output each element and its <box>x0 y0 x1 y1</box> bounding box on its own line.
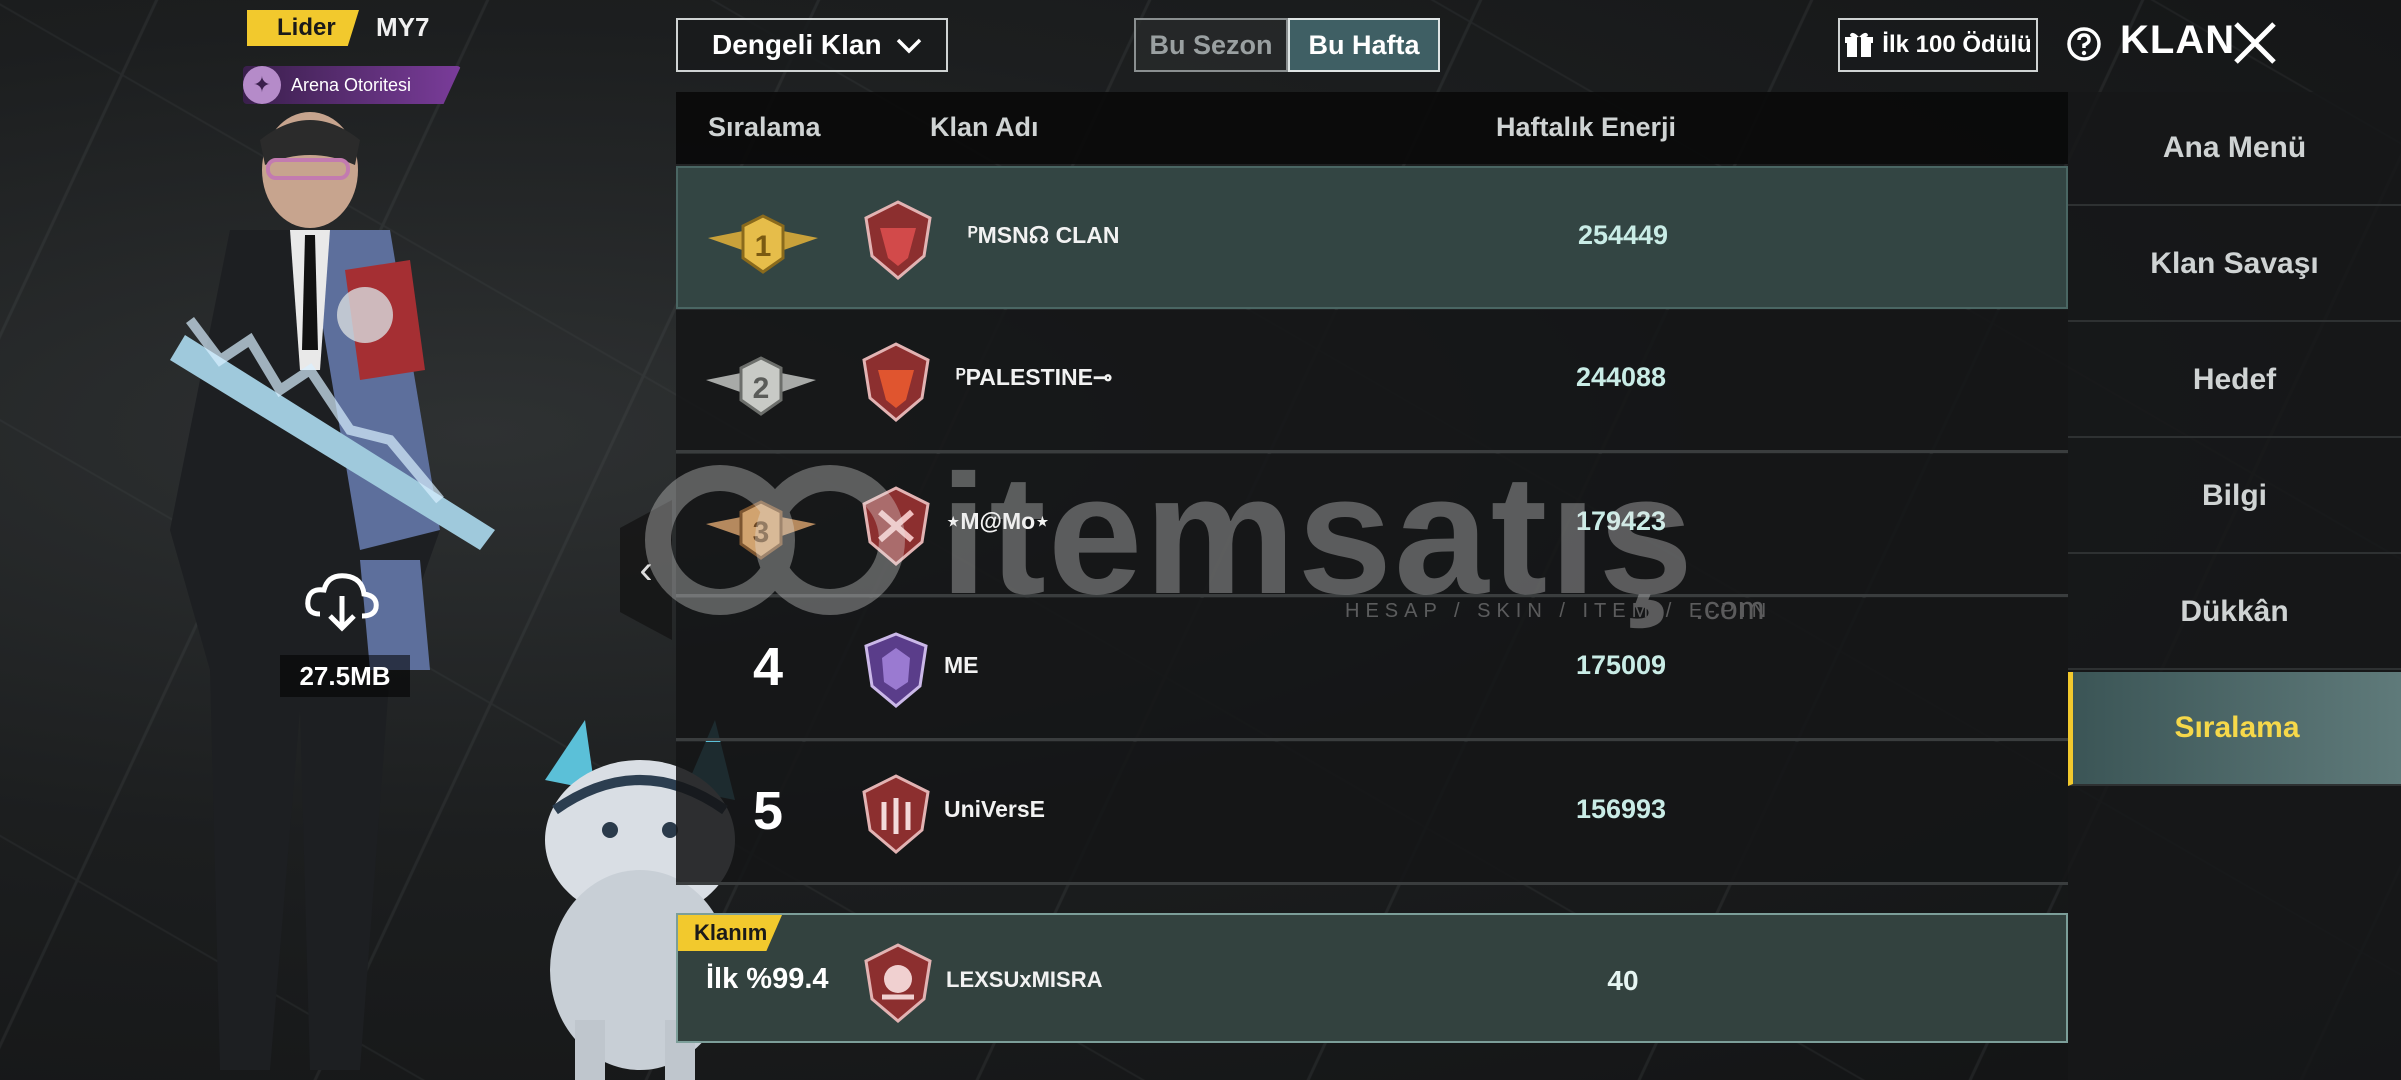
weekly-energy: 179423 <box>1575 506 1667 536</box>
clan-logo <box>864 200 932 280</box>
download-cloud-icon[interactable] <box>302 566 382 636</box>
clan-name: ⋆M@Mo⋆ <box>946 508 1050 534</box>
help-icon[interactable] <box>2066 26 2102 62</box>
table-row[interactable]: 2 ᴾPALESTINE⊸ 244088 <box>676 310 2068 453</box>
my-clan-name: LEXSUxMISRA <box>946 967 1103 992</box>
download-size: 27.5MB <box>280 655 410 697</box>
silver-medal-icon: 2 <box>706 356 816 416</box>
table-row[interactable]: 1 ᴾMSN☊ CLAN 254449 <box>676 166 2068 309</box>
my-clan-row[interactable]: Klanım İlk %99.4 LEXSUxMISRA 40 <box>676 913 2068 1043</box>
clan-logo <box>862 486 930 566</box>
medal-rank-number: 3 <box>753 516 770 549</box>
weekly-energy: 254449 <box>1577 220 1669 250</box>
header-weekly-energy: Haftalık Enerji <box>1496 112 1677 142</box>
player-name[interactable]: MY7 <box>376 12 429 43</box>
clan-logo <box>864 632 928 708</box>
tab-this-week[interactable]: Bu Hafta <box>1288 18 1440 72</box>
table-row[interactable]: 5 UniVersE 156993 <box>676 742 2068 885</box>
table-row[interactable]: 4 ME 175009 <box>676 598 2068 741</box>
gift-icon <box>1845 32 1874 57</box>
clan-logo <box>862 774 930 854</box>
player-title: Arena Otoritesi <box>291 74 412 95</box>
medal-rank-number: 1 <box>755 230 772 263</box>
chevron-left-icon: ‹ <box>639 547 653 592</box>
menu-item-ranking[interactable]: Sıralama <box>2068 672 2401 786</box>
clan-type-dropdown[interactable]: Dengeli Klan <box>676 18 948 72</box>
title-emblem-icon: ✦ <box>243 66 281 104</box>
clan-logo <box>864 943 932 1023</box>
my-clan-rank: İlk %99.4 <box>706 963 829 995</box>
tab-this-season[interactable]: Bu Sezon <box>1134 18 1288 72</box>
clan-name: UniVersE <box>944 796 1045 822</box>
clan-name: ᴾPALESTINE⊸ <box>956 364 1113 390</box>
top-100-reward-button[interactable]: İlk 100 Ödülü <box>1838 18 2038 72</box>
header-rank: Sıralama <box>708 112 821 142</box>
screen-title: KLAN <box>2120 18 2236 62</box>
table-header: Sıralama Klan Adı Haftalık Enerji <box>676 92 2068 164</box>
medal-rank-number: 2 <box>753 372 770 405</box>
weekly-energy: 156993 <box>1575 794 1667 824</box>
menu-item-info[interactable]: Bilgi <box>2068 440 2401 554</box>
clan-logo <box>862 342 930 422</box>
menu-item-main-menu[interactable]: Ana Menü <box>2068 92 2401 206</box>
reward-button-label: İlk 100 Ödülü <box>1882 31 2032 58</box>
my-clan-tag: Klanım <box>678 915 782 951</box>
clan-name: ᴾMSN☊ CLAN <box>968 222 1120 248</box>
rank-number: 5 <box>752 781 784 841</box>
weekly-energy: 175009 <box>1575 650 1667 680</box>
menu-item-shop[interactable]: Dükkân <box>2068 556 2401 670</box>
bronze-medal-icon: 3 <box>706 500 816 560</box>
side-menu: Ana Menü Klan Savaşı Hedef Bilgi Dükkân … <box>2068 92 2401 1080</box>
clan-name: ME <box>944 652 979 678</box>
chevron-down-icon <box>896 38 922 54</box>
dropdown-value: Dengeli Klan <box>712 29 882 60</box>
gold-medal-icon: 1 <box>708 214 818 274</box>
leader-badge: Lider <box>247 10 359 46</box>
table-row[interactable]: 3 ⋆M@Mo⋆ 179423 <box>676 454 2068 597</box>
weekly-energy: 244088 <box>1575 362 1667 392</box>
my-clan-energy: 40 <box>1607 965 1639 996</box>
menu-item-goal[interactable]: Hedef <box>2068 324 2401 438</box>
player-title-chip[interactable]: ✦ Arena Otoritesi <box>243 66 461 104</box>
header-clan-name: Klan Adı <box>930 112 1039 142</box>
ranking-table: Sıralama Klan Adı Haftalık Enerji 1 ᴾMSN… <box>676 92 2068 1052</box>
close-icon[interactable] <box>2230 18 2280 68</box>
menu-item-clan-war[interactable]: Klan Savaşı <box>2068 208 2401 322</box>
rank-number: 4 <box>752 637 784 697</box>
